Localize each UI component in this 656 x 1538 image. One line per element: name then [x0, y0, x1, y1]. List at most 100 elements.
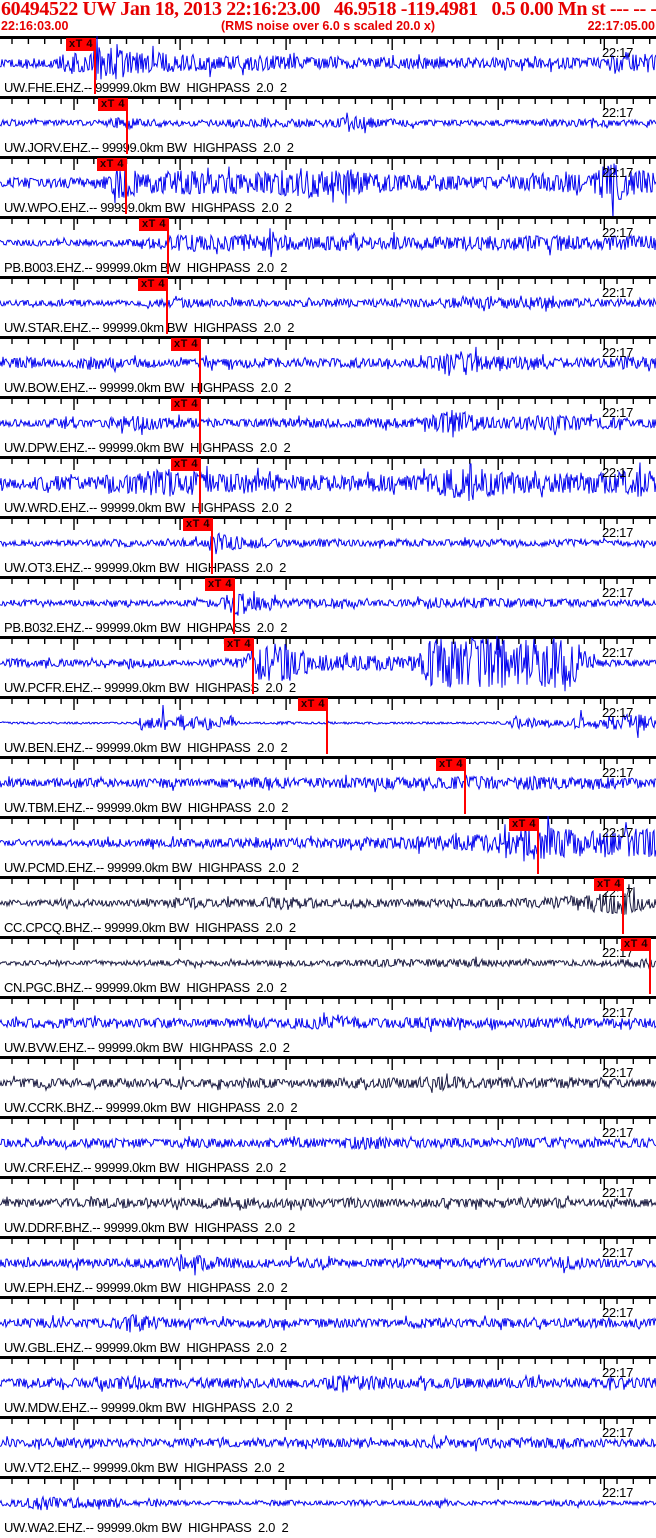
station-label: UW.CRF.EHZ.-- 99999.0km BW HIGHPASS 2.0 … [4, 1160, 286, 1175]
window-end-time: 22:17:05.00 [587, 19, 655, 33]
minute-label: 22:17 [602, 1245, 634, 1260]
minute-label: 22:17 [602, 1005, 634, 1020]
trace-row: 22:17 UW.BEN.EHZ.-- 99999.0km BW HIGHPASS… [0, 696, 656, 756]
pick-line[interactable] [125, 169, 127, 214]
station-label: CN.PGC.BHZ.-- 99999.0km BW HIGHPASS 2.0 … [4, 980, 287, 995]
pick-line[interactable] [537, 829, 539, 874]
pick-line[interactable] [199, 409, 201, 454]
pick-flag[interactable]: xT 4 [509, 818, 539, 831]
station-label: UW.WA2.EHZ.-- 99999.0km BW HIGHPASS 2.0 … [4, 1520, 289, 1535]
event-summary: 60494522 UW Jan 18, 2013 22:16:23.00 46.… [1, 0, 656, 20]
station-label: CC.CPCQ.BHZ.-- 99999.0km BW HIGHPASS 2.0… [4, 920, 296, 935]
pick-flag[interactable]: xT 4 [298, 698, 328, 711]
pick-line[interactable] [199, 469, 201, 514]
pick-flag[interactable]: xT 4 [171, 338, 201, 351]
pick-flag[interactable]: xT 4 [171, 398, 201, 411]
minute-label: 22:17 [602, 105, 634, 120]
trace-row: 22:17 CC.CPCQ.BHZ.-- 99999.0km BW HIGHPAS… [0, 876, 656, 936]
station-label: UW.GBL.EHZ.-- 99999.0km BW HIGHPASS 2.0 … [4, 1340, 287, 1355]
minute-label: 22:17 [602, 225, 634, 240]
minute-label: 22:17 [602, 525, 634, 540]
station-label: UW.VT2.EHZ.-- 99999.0km BW HIGHPASS 2.0 … [4, 1460, 285, 1475]
pick-line[interactable] [211, 529, 213, 574]
pick-flag[interactable]: xT 4 [621, 938, 651, 951]
minute-label: 22:17 [602, 1305, 634, 1320]
trace-row: 22:17 PB.B032.EHZ.-- 99999.0km BW HIGHPAS… [0, 576, 656, 636]
pick-line[interactable] [464, 769, 466, 814]
pick-flag[interactable]: xT 4 [139, 218, 169, 231]
minute-label: 22:17 [602, 825, 634, 840]
trace-row: 22:17 UW.WRD.EHZ.-- 99999.0km BW HIGHPASS… [0, 456, 656, 516]
trace-row: 22:17 UW.BVW.EHZ.-- 99999.0km BW HIGHPASS… [0, 996, 656, 1056]
pick-line[interactable] [166, 289, 168, 334]
station-label: UW.CCRK.BHZ.-- 99999.0km BW HIGHPASS 2.0… [4, 1100, 298, 1115]
pick-line[interactable] [622, 889, 624, 934]
minute-label: 22:17 [602, 1125, 634, 1140]
event-header: 60494522 UW Jan 18, 2013 22:16:23.00 46.… [0, 0, 656, 36]
minute-label: 22:17 [602, 1485, 634, 1500]
station-label: UW.DDRF.BHZ.-- 99999.0km BW HIGHPASS 2.0… [4, 1220, 296, 1235]
station-label: UW.BOW.EHZ.-- 99999.0km BW HIGHPASS 2.0 … [4, 380, 292, 395]
minute-label: 22:17 [602, 1065, 634, 1080]
pick-line[interactable] [649, 949, 651, 994]
trace-row: 22:17 UW.JORV.EHZ.-- 99999.0km BW HIGHPAS… [0, 96, 656, 156]
scale-note: (RMS noise over 6.0 s scaled 20.0 x) [221, 19, 435, 33]
pick-line[interactable] [167, 229, 169, 274]
minute-label: 22:17 [602, 345, 634, 360]
station-label: UW.TBM.EHZ.-- 99999.0km BW HIGHPASS 2.0 … [4, 800, 289, 815]
minute-label: 22:17 [602, 465, 634, 480]
trace-row: 22:17 UW.PCFR.EHZ.-- 99999.0km BW HIGHPAS… [0, 636, 656, 696]
minute-label: 22:17 [602, 1365, 634, 1380]
pick-line[interactable] [252, 649, 254, 694]
minute-label: 22:17 [602, 405, 634, 420]
trace-row: 22:17 PB.B003.EHZ.-- 99999.0km BW HIGHPAS… [0, 216, 656, 276]
station-label: UW.WRD.EHZ.-- 99999.0km BW HIGHPASS 2.0 … [4, 500, 292, 515]
pick-flag[interactable]: xT 4 [171, 458, 201, 471]
station-label: PB.B003.EHZ.-- 99999.0km BW HIGHPASS 2.0… [4, 260, 288, 275]
minute-label: 22:17 [602, 1185, 634, 1200]
pick-line[interactable] [94, 49, 96, 94]
trace-row: 22:17 UW.MDW.EHZ.-- 99999.0km BW HIGHPASS… [0, 1356, 656, 1416]
trace-row: 22:17 UW.CCRK.BHZ.-- 99999.0km BW HIGHPAS… [0, 1056, 656, 1116]
pick-flag[interactable]: xT 4 [436, 758, 466, 771]
minute-label: 22:17 [602, 765, 634, 780]
pick-line[interactable] [126, 109, 128, 154]
station-label: UW.EPH.EHZ.-- 99999.0km BW HIGHPASS 2.0 … [4, 1280, 288, 1295]
station-label: UW.PCMD.EHZ.-- 99999.0km BW HIGHPASS 2.0… [4, 860, 299, 875]
station-label: UW.BEN.EHZ.-- 99999.0km BW HIGHPASS 2.0 … [4, 740, 288, 755]
pick-flag[interactable]: xT 4 [205, 578, 235, 591]
trace-row: 22:17 UW.PCMD.EHZ.-- 99999.0km BW HIGHPAS… [0, 816, 656, 876]
trace-row: 22:17 UW.WA2.EHZ.-- 99999.0km BW HIGHPASS… [0, 1476, 656, 1536]
trace-row: 22:17 UW.TBM.EHZ.-- 99999.0km BW HIGHPASS… [0, 756, 656, 816]
pick-flag[interactable]: xT 4 [97, 158, 127, 171]
station-label: UW.FHE.EHZ.-- 99999.0km BW HIGHPASS 2.0 … [4, 80, 287, 95]
pick-flag[interactable]: xT 4 [98, 98, 128, 111]
trace-row: 22:17 UW.WPO.EHZ.-- 99999.0km BW HIGHPASS… [0, 156, 656, 216]
trace-row: 22:17 CN.PGC.BHZ.-- 99999.0km BW HIGHPASS… [0, 936, 656, 996]
trace-row: 22:17 UW.DPW.EHZ.-- 99999.0km BW HIGHPASS… [0, 396, 656, 456]
time-window-bar: 22:16:03.00 (RMS noise over 6.0 s scaled… [0, 19, 656, 35]
minute-label: 22:17 [602, 165, 634, 180]
trace-row: 22:17 UW.OT3.EHZ.-- 99999.0km BW HIGHPASS… [0, 516, 656, 576]
station-label: UW.BVW.EHZ.-- 99999.0km BW HIGHPASS 2.0 … [4, 1040, 290, 1055]
minute-label: 22:17 [602, 45, 634, 60]
pick-flag[interactable]: xT 4 [183, 518, 213, 531]
station-label: UW.MDW.EHZ.-- 99999.0km BW HIGHPASS 2.0 … [4, 1400, 293, 1415]
trace-row: 22:17 UW.EPH.EHZ.-- 99999.0km BW HIGHPASS… [0, 1236, 656, 1296]
minute-label: 22:17 [602, 645, 634, 660]
station-label: UW.WPO.EHZ.-- 99999.0km BW HIGHPASS 2.0 … [4, 200, 292, 215]
pick-flag[interactable]: xT 4 [224, 638, 254, 651]
pick-flag[interactable]: xT 4 [594, 878, 624, 891]
trace-row: 22:17 UW.GBL.EHZ.-- 99999.0km BW HIGHPASS… [0, 1296, 656, 1356]
pick-line[interactable] [233, 589, 235, 634]
minute-label: 22:17 [602, 1425, 634, 1440]
pick-flag[interactable]: xT 4 [138, 278, 168, 291]
trace-row: 22:17 UW.STAR.EHZ.-- 99999.0km BW HIGHPAS… [0, 276, 656, 336]
pick-line[interactable] [326, 709, 328, 754]
trace-row: 22:17 UW.DDRF.BHZ.-- 99999.0km BW HIGHPAS… [0, 1176, 656, 1236]
trace-row: 22:17 UW.FHE.EHZ.-- 99999.0km BW HIGHPASS… [0, 36, 656, 96]
pick-line[interactable] [199, 349, 201, 394]
station-label: UW.DPW.EHZ.-- 99999.0km BW HIGHPASS 2.0 … [4, 440, 291, 455]
trace-row: 22:17 UW.BOW.EHZ.-- 99999.0km BW HIGHPASS… [0, 336, 656, 396]
pick-flag[interactable]: xT 4 [66, 38, 96, 51]
